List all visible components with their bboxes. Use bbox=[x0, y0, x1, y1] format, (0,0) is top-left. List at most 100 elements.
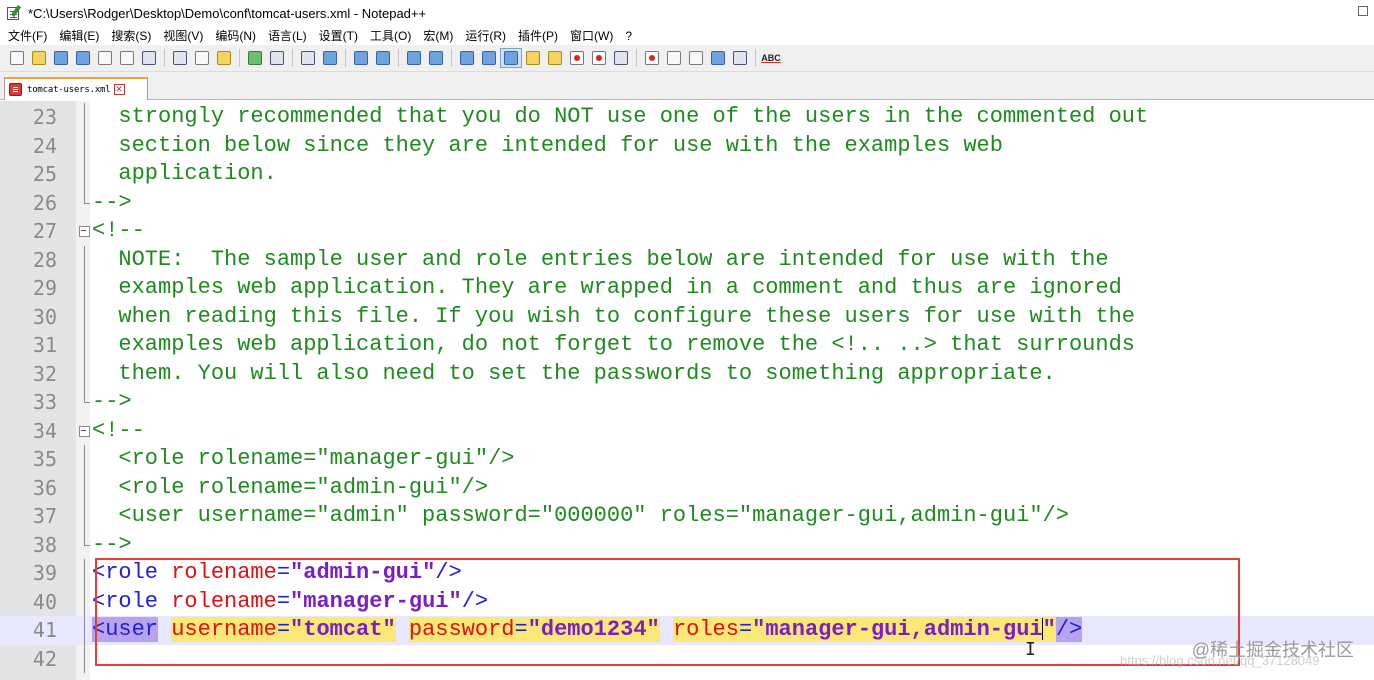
code-line[interactable]: 36 <role rolename="admin-gui"/> bbox=[0, 473, 1374, 503]
code-token: --> bbox=[92, 189, 132, 215]
code-line[interactable]: 28 NOTE: The sample user and role entrie… bbox=[0, 245, 1374, 275]
code-token: <role rolename="admin-gui"/> bbox=[92, 474, 489, 500]
fold-line bbox=[79, 131, 90, 161]
replace-icon[interactable] bbox=[319, 48, 341, 68]
find-icon[interactable] bbox=[297, 48, 319, 68]
function-list-icon[interactable] bbox=[566, 48, 588, 68]
line-number: 27 bbox=[32, 219, 57, 243]
fold-line bbox=[79, 245, 90, 275]
code-editor[interactable]: 23 strongly recommended that you do NOT … bbox=[0, 101, 1374, 680]
code-line[interactable]: 38 --> bbox=[0, 530, 1374, 560]
undo-icon[interactable] bbox=[244, 48, 266, 68]
code-token: --> bbox=[92, 389, 132, 414]
code-line[interactable]: 33 --> bbox=[0, 388, 1374, 417]
code-text: examples web application. They are wrapp… bbox=[92, 274, 1121, 303]
menu-item-9[interactable]: 运行(R) bbox=[465, 27, 506, 44]
menu-item-4[interactable]: 编码(N) bbox=[215, 27, 256, 44]
code-line[interactable]: 37 <user username="admin" password="0000… bbox=[0, 502, 1374, 531]
fold-line bbox=[79, 530, 90, 560]
spell-check-icon[interactable]: ABC bbox=[760, 48, 782, 68]
user-defined-language-icon[interactable] bbox=[522, 48, 544, 68]
zoom-in-icon[interactable] bbox=[350, 48, 372, 68]
toolbar-separator bbox=[755, 49, 756, 67]
code-line[interactable]: 41 <user username="tomcat" password="demo… bbox=[0, 616, 1374, 645]
playback-macro-icon[interactable] bbox=[685, 48, 707, 68]
toolbar-separator bbox=[292, 49, 293, 67]
toolbar: ABC bbox=[0, 45, 1374, 72]
code-line[interactable]: 25 application. bbox=[0, 160, 1374, 189]
redo-icon[interactable] bbox=[266, 48, 288, 68]
menu-item-3[interactable]: 视图(V) bbox=[163, 27, 203, 44]
line-number: 23 bbox=[32, 105, 57, 129]
code-line[interactable]: 34 <!-- bbox=[0, 417, 1374, 446]
open-file-icon[interactable] bbox=[28, 48, 50, 68]
code-line[interactable]: 32 them. You will also need to set the p… bbox=[0, 359, 1374, 389]
save-all-icon[interactable] bbox=[72, 48, 94, 68]
code-token: role bbox=[105, 588, 159, 614]
code-token: <!-- bbox=[92, 218, 145, 243]
paste-icon[interactable] bbox=[213, 48, 235, 68]
code-line[interactable]: 26 --> bbox=[0, 188, 1374, 218]
monitoring-icon[interactable] bbox=[610, 48, 632, 68]
unsaved-file-icon bbox=[9, 83, 22, 96]
fold-toggle-icon[interactable] bbox=[79, 217, 90, 246]
copy-icon[interactable] bbox=[191, 48, 213, 68]
menu-item-0[interactable]: 文件(F) bbox=[8, 27, 47, 44]
folder-as-workspace-icon[interactable] bbox=[588, 48, 610, 68]
code-token: when reading this file. If you wish to c… bbox=[92, 303, 1135, 329]
menu-item-7[interactable]: 工具(O) bbox=[370, 27, 411, 44]
code-line[interactable]: 40 <role rolename="manager-gui"/> bbox=[0, 587, 1374, 617]
menu-item-10[interactable]: 插件(P) bbox=[518, 27, 558, 44]
menu-item-11[interactable]: 窗口(W) bbox=[570, 27, 613, 44]
save-icon[interactable] bbox=[50, 48, 72, 68]
title-bar[interactable]: *C:\Users\Rodger\Desktop\Demo\conf\tomca… bbox=[0, 0, 1374, 26]
doc-map-icon[interactable] bbox=[544, 48, 566, 68]
sync-vertical-icon[interactable] bbox=[403, 48, 425, 68]
menu-item-12[interactable]: ? bbox=[625, 29, 632, 43]
code-token: < bbox=[92, 588, 106, 614]
close-icon[interactable] bbox=[94, 48, 116, 68]
code-line[interactable]: 23 strongly recommended that you do NOT … bbox=[0, 103, 1374, 132]
close-tab-icon[interactable]: ✕ bbox=[113, 84, 125, 95]
code-line[interactable]: 29 examples web application. They are wr… bbox=[0, 274, 1374, 303]
tab-tomcat-users-xml[interactable]: tomcat-users.xml ✕ bbox=[4, 77, 148, 100]
menu-item-1[interactable]: 编辑(E) bbox=[59, 27, 99, 44]
save-macro-icon[interactable] bbox=[729, 48, 751, 68]
watermark-url: https://blog.csdn.net/qq_37128049 bbox=[1120, 653, 1320, 668]
menu-item-2[interactable]: 搜索(S) bbox=[111, 27, 151, 44]
code-token: /> bbox=[1055, 617, 1083, 642]
line-number: 28 bbox=[32, 247, 57, 272]
cut-icon[interactable] bbox=[169, 48, 191, 68]
zoom-out-icon[interactable] bbox=[372, 48, 394, 68]
menu-item-5[interactable]: 语言(L) bbox=[268, 27, 307, 44]
code-line[interactable]: 35 <role rolename="manager-gui"/> bbox=[0, 445, 1374, 474]
line-number: 31 bbox=[32, 333, 57, 357]
fold-line bbox=[79, 587, 90, 617]
word-wrap-icon[interactable] bbox=[456, 48, 478, 68]
menu-item-8[interactable]: 宏(M) bbox=[423, 27, 453, 44]
close-all-icon[interactable] bbox=[116, 48, 138, 68]
sync-horizontal-icon[interactable] bbox=[425, 48, 447, 68]
menu-item-6[interactable]: 设置(T) bbox=[319, 27, 358, 44]
window-control-icon[interactable] bbox=[1358, 6, 1368, 16]
code-line[interactable]: 30 when reading this file. If you wish t… bbox=[0, 302, 1374, 332]
code-token: roles bbox=[672, 617, 739, 642]
show-all-chars-icon[interactable] bbox=[478, 48, 500, 68]
indent-guide-icon[interactable] bbox=[500, 48, 522, 68]
fold-toggle-icon[interactable] bbox=[79, 417, 90, 446]
new-file-icon[interactable] bbox=[6, 48, 28, 68]
code-line[interactable]: 27 <!-- bbox=[0, 217, 1374, 246]
code-token: section below since they are intended fo… bbox=[92, 132, 1003, 158]
code-text: them. You will also need to set the pass… bbox=[92, 360, 1055, 389]
code-line[interactable]: 31 examples web application, do not forg… bbox=[0, 331, 1374, 360]
code-token: --> bbox=[92, 531, 132, 557]
stop-recording-icon[interactable] bbox=[663, 48, 685, 68]
run-macro-multiple-icon[interactable] bbox=[707, 48, 729, 68]
fold-line bbox=[79, 502, 90, 531]
print-icon[interactable] bbox=[138, 48, 160, 68]
code-line[interactable]: 24 section below since they are intended… bbox=[0, 131, 1374, 161]
highlighted-attribute: roles="manager-gui,admin-gui bbox=[672, 617, 1043, 642]
record-macro-icon[interactable] bbox=[641, 48, 663, 68]
code-line[interactable]: 39 <role rolename="admin-gui"/> bbox=[0, 559, 1374, 588]
